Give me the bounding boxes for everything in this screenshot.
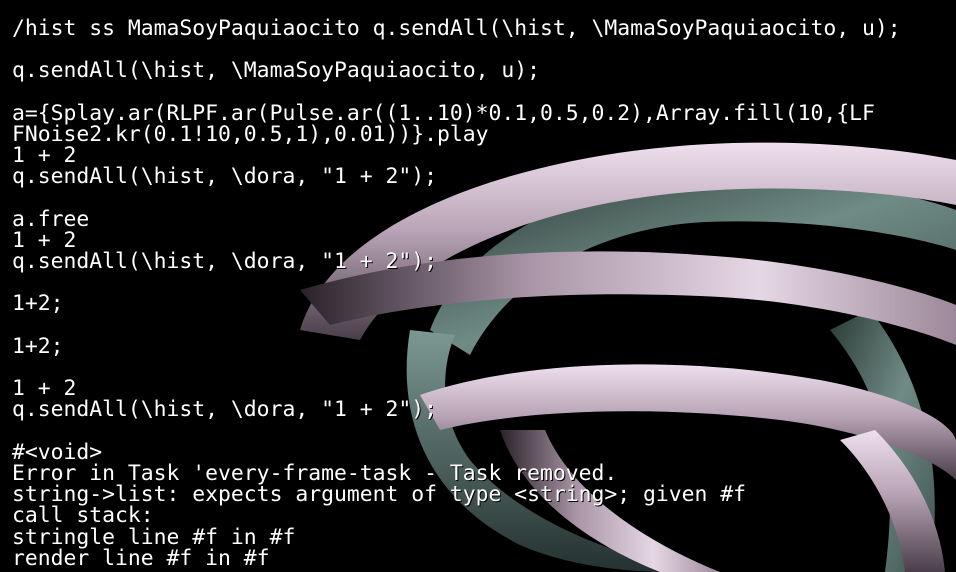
console-line: stringle line #f in #f [12, 524, 296, 550]
console-line: call stack: [12, 503, 154, 529]
console-line: render line #f in #f [12, 545, 270, 571]
console-line: /hist ss MamaSoyPaquiaocito q.sendAll(\h… [12, 16, 901, 41]
console-line: Error in Task 'every-frame-task - Task r… [12, 460, 618, 486]
console-line: q.sendAll(\hist, \dora, "1 + 2"); [12, 164, 437, 190]
console-line: q.sendAll(\hist, \MamaSoyPaquiaocito, u)… [12, 58, 541, 84]
console-line: q.sendAll(\hist, \dora, "1 + 2"); [12, 397, 437, 423]
console-line: string->list: expects argument of type <… [12, 482, 747, 508]
console-line: #<void> [12, 439, 103, 465]
console-line: 1 + 2 [12, 227, 77, 253]
console-line: a.free [12, 206, 90, 232]
console-line: 1 + 2 [12, 376, 77, 402]
console-line: FNoise2.kr(0.1!10,0.5,1),0.01))}.play [12, 121, 489, 147]
console-line: 1+2; [12, 291, 64, 317]
console-line: q.sendAll(\hist, \dora, "1 + 2"); [12, 249, 437, 275]
console-line: 1 + 2 [12, 143, 77, 169]
livecoding-canvas: /hist ss MamaSoyPaquiaocito q.sendAll(\h… [0, 0, 956, 572]
console-line: a={Splay.ar(RLPF.ar(Pulse.ar((1..10)*0.1… [12, 100, 875, 126]
code-console: /hist ss MamaSoyPaquiaocito q.sendAll(\h… [12, 18, 901, 569]
console-line: 1+2; [12, 333, 64, 359]
